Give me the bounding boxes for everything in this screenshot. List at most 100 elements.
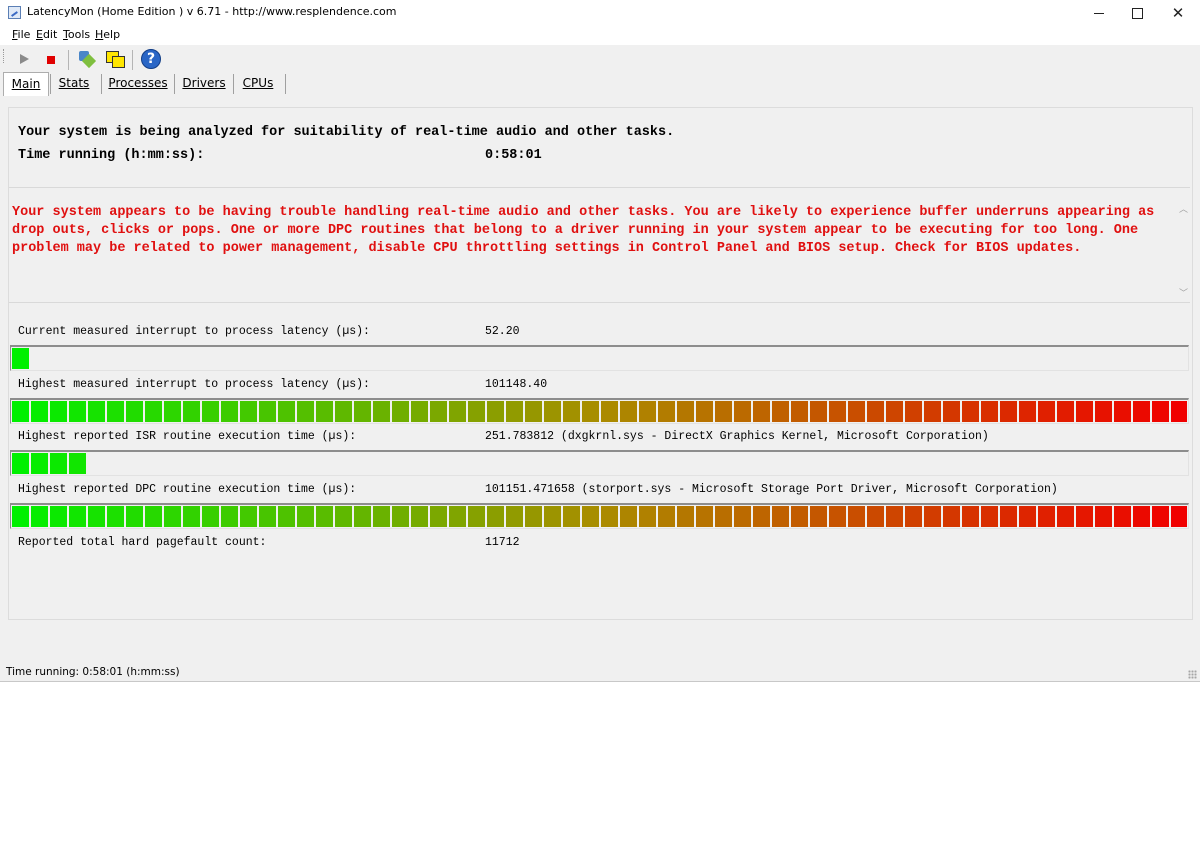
meter-block — [582, 506, 599, 527]
meter-block — [506, 401, 523, 422]
scroll-down-icon[interactable]: ﹀ — [1179, 286, 1188, 299]
meter-block — [753, 506, 770, 527]
meter-block — [449, 401, 466, 422]
meter-block — [411, 401, 428, 422]
time-running-label: Time running (h:mm:ss): — [18, 148, 205, 163]
analysis-status: Your system is being analyzed for suitab… — [18, 125, 675, 140]
meter-block — [278, 506, 295, 527]
meter-block — [1038, 401, 1055, 422]
meter-block — [753, 401, 770, 422]
meter-block — [525, 506, 542, 527]
stop-icon[interactable] — [40, 48, 62, 70]
meter-block — [696, 401, 713, 422]
meter-block — [240, 506, 257, 527]
meter-block — [297, 506, 314, 527]
meter-block — [677, 401, 694, 422]
maximize-button[interactable] — [1118, 0, 1158, 26]
warning-box[interactable]: Your system appears to be having trouble… — [9, 200, 1177, 300]
meter-block — [430, 506, 447, 527]
meter-block — [601, 506, 618, 527]
tab-stats[interactable]: Stats — [52, 72, 96, 95]
maximize-icon — [1132, 8, 1143, 19]
meter-block — [278, 401, 295, 422]
meter-block — [164, 506, 181, 527]
dpc-value: 101151.471658 (storport.sys - Microsoft … — [485, 483, 1058, 496]
warning-message: Your system appears to be having trouble… — [12, 205, 1155, 256]
meter-block — [354, 401, 371, 422]
meter-block — [544, 506, 561, 527]
meter-block — [715, 506, 732, 527]
meter-block — [12, 453, 29, 474]
menu-tools[interactable]: Tools — [63, 28, 90, 41]
meter-block — [601, 401, 618, 422]
meter-block — [12, 348, 29, 369]
meter-block — [88, 506, 105, 527]
meter-block — [1076, 506, 1093, 527]
meter-block — [316, 401, 333, 422]
tools-icon[interactable] — [76, 48, 98, 70]
meter-block — [905, 401, 922, 422]
tab-separator — [174, 74, 175, 94]
current-latency-meter — [10, 345, 1189, 371]
tab-processes[interactable]: Processes — [104, 72, 172, 95]
meter-block — [69, 453, 86, 474]
title-bar[interactable]: LatencyMon (Home Edition ) v 6.71 - http… — [0, 0, 1200, 26]
latencymon-window: LatencyMon (Home Edition ) v 6.71 - http… — [0, 0, 1200, 682]
meter-block — [145, 506, 162, 527]
meter-block — [183, 506, 200, 527]
divider — [9, 302, 1190, 303]
current-latency-label: Current measured interrupt to process la… — [18, 325, 370, 338]
highest-latency-meter — [10, 398, 1189, 424]
isr-value: 251.783812 (dxgkrnl.sys - DirectX Graphi… — [485, 430, 989, 443]
pagefault-value: 11712 — [485, 536, 520, 549]
meter-block — [1038, 506, 1055, 527]
meter-block — [373, 506, 390, 527]
meter-block — [335, 506, 352, 527]
play-icon[interactable] — [14, 48, 36, 70]
meter-block — [1095, 401, 1112, 422]
meter-block — [639, 506, 656, 527]
tab-cpus[interactable]: CPUs — [235, 72, 281, 95]
meter-block — [1019, 506, 1036, 527]
menu-edit[interactable]: Edit — [36, 28, 57, 41]
meter-block — [1076, 401, 1093, 422]
help-icon[interactable]: ? — [140, 48, 162, 70]
tab-separator — [50, 74, 51, 94]
tab-separator — [285, 74, 286, 94]
meter-block — [107, 401, 124, 422]
resize-grip-icon[interactable] — [1188, 670, 1197, 679]
meter-block — [392, 401, 409, 422]
tab-separator — [233, 74, 234, 94]
minimize-button[interactable] — [1080, 0, 1120, 26]
meter-block — [88, 401, 105, 422]
minimize-icon — [1094, 13, 1104, 14]
meter-block — [449, 506, 466, 527]
scroll-up-icon[interactable]: ︿ — [1179, 202, 1188, 215]
current-latency-value: 52.20 — [485, 325, 520, 338]
meter-block — [126, 506, 143, 527]
toolbar-separator — [132, 50, 133, 70]
meter-block — [69, 401, 86, 422]
meter-block — [886, 506, 903, 527]
meter-block — [373, 401, 390, 422]
windows-icon[interactable] — [104, 48, 126, 70]
meter-block — [829, 401, 846, 422]
tab-main[interactable]: Main — [3, 72, 49, 96]
meter-block — [791, 506, 808, 527]
meter-block — [69, 506, 86, 527]
menu-help[interactable]: Help — [95, 28, 120, 41]
meter-block — [354, 506, 371, 527]
meter-block — [563, 506, 580, 527]
meter-block — [164, 401, 181, 422]
meter-block — [867, 506, 884, 527]
menu-file[interactable]: File — [12, 28, 30, 41]
tab-drivers[interactable]: Drivers — [177, 72, 231, 95]
meter-block — [829, 506, 846, 527]
meter-block — [145, 401, 162, 422]
meter-block — [962, 401, 979, 422]
meter-block — [1114, 401, 1131, 422]
meter-block — [696, 506, 713, 527]
warning-scrollbar[interactable]: ︿ ﹀ — [1177, 200, 1190, 300]
meter-block — [12, 401, 29, 422]
close-button[interactable]: ✕ — [1158, 0, 1198, 26]
